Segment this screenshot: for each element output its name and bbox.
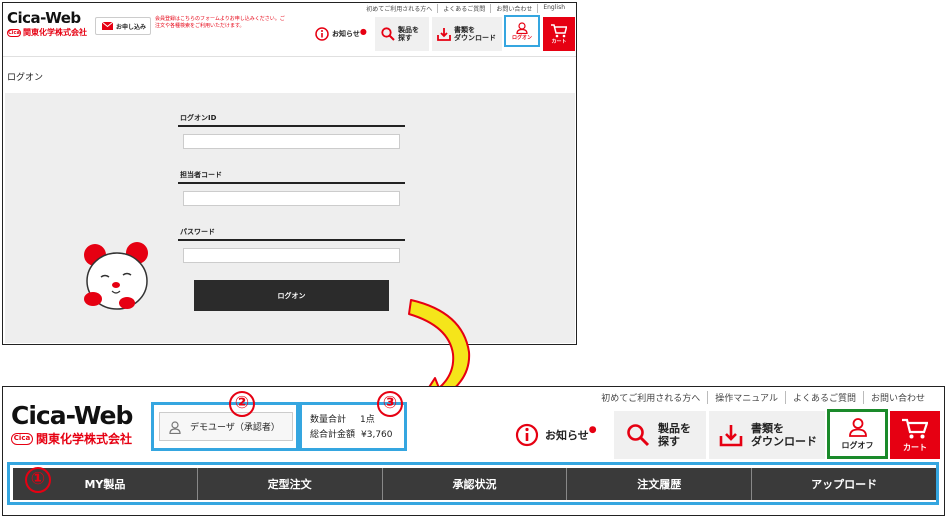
logon-id-label: ログオンID xyxy=(180,114,217,122)
cart-label: カート xyxy=(903,442,927,452)
apply-label: お申し込み xyxy=(116,23,147,31)
user-avatar-icon xyxy=(169,420,181,434)
cart-button[interactable]: カート xyxy=(890,411,940,459)
password-label: パスワード xyxy=(180,228,215,236)
search-icon xyxy=(627,424,650,447)
notices-label: お知らせ xyxy=(545,428,589,442)
user-name: デモユーザ（承認者） xyxy=(190,423,280,433)
util-link-english[interactable]: English xyxy=(537,4,570,13)
cart-icon xyxy=(902,418,928,438)
logon-id-divider xyxy=(178,125,405,127)
util-link-contact[interactable]: お問い合わせ xyxy=(490,4,537,13)
apply-button[interactable]: お申し込み xyxy=(95,17,151,35)
info-icon xyxy=(515,423,539,447)
docs-label-2: ダウンロード xyxy=(454,34,496,42)
docs-label-1: 書類を xyxy=(751,422,784,435)
notices-label: お知らせ xyxy=(332,30,360,38)
cica-web-logo[interactable]: Cica-Web Cica 関東化学株式会社 xyxy=(7,11,87,38)
logoff-label: ログオフ xyxy=(841,441,874,450)
docs-label-1: 書類を xyxy=(454,26,475,34)
cica-badge-icon: Cica xyxy=(11,432,33,445)
download-docs-button[interactable]: 書類を ダウンロード xyxy=(709,411,825,459)
company-name: 関東化学株式会社 xyxy=(36,432,133,446)
docs-label-2: ダウンロード xyxy=(751,435,817,448)
main-nav: MY製品 定型注文 承認状況 注文履歴 アップロード xyxy=(13,468,936,500)
signup-notice: 会員登録はこちらのフォームよりお申し込みください。ご注文や各種検索をご利用いただ… xyxy=(155,16,285,29)
user-icon xyxy=(848,418,867,437)
page-title: ログオン xyxy=(7,73,44,83)
logged-in-header-screenshot: 初めてご利用される方へ 操作マニュアル よくあるご質問 お問い合わせ Cica-… xyxy=(2,386,945,516)
qty-value: 1点 xyxy=(360,415,375,425)
cart-label: カート xyxy=(551,38,567,45)
download-icon xyxy=(719,425,743,447)
total-value: ¥3,760 xyxy=(361,430,393,440)
new-dot-icon: ● xyxy=(359,26,367,36)
search-label-2: 探す xyxy=(658,435,680,448)
logon-submit-button[interactable]: ログオン xyxy=(194,280,389,311)
download-icon xyxy=(437,28,451,41)
qty-label: 数量合計 xyxy=(310,415,347,425)
mascot-illustration xyxy=(84,242,148,310)
logon-id-input[interactable] xyxy=(183,134,400,149)
staff-code-divider xyxy=(178,182,405,184)
company-name: 関東化学株式会社 xyxy=(23,28,87,37)
password-input[interactable] xyxy=(183,248,400,263)
cica-badge-icon: Cica xyxy=(7,28,21,37)
annotation-marker-1: ① xyxy=(25,467,51,493)
cica-web-logo[interactable]: Cica-Web Cica 関東化学株式会社 xyxy=(11,401,133,447)
logon-header-button[interactable]: ログオン xyxy=(504,15,540,47)
info-icon xyxy=(315,27,329,41)
util-link-contact[interactable]: お問い合わせ xyxy=(862,391,932,404)
logon-header-label: ログオン xyxy=(511,34,532,41)
user-info-button[interactable]: デモユーザ（承認者） xyxy=(159,412,293,441)
password-divider xyxy=(178,239,405,241)
search-icon xyxy=(381,27,395,41)
cart-button[interactable]: カート xyxy=(543,17,575,51)
utility-links: 初めてご利用される方へ 操作マニュアル よくあるご質問 お問い合わせ xyxy=(594,391,932,404)
search-label-2: 探す xyxy=(398,34,412,42)
total-label: 総合計金額 xyxy=(310,430,356,440)
cart-icon xyxy=(551,23,567,37)
mail-icon xyxy=(102,22,113,30)
util-link-manual[interactable]: 操作マニュアル xyxy=(707,391,785,404)
nav-upload[interactable]: アップロード xyxy=(751,468,936,500)
search-label-1: 製品を xyxy=(658,422,691,435)
util-link-faq[interactable]: よくあるご質問 xyxy=(437,4,490,13)
staff-code-label: 担当者コード xyxy=(180,171,222,179)
nav-approval-status[interactable]: 承認状況 xyxy=(381,468,567,500)
utility-links: 初めてご利用される方へ よくあるご質問 お問い合わせ English xyxy=(361,4,570,13)
nav-standard-order[interactable]: 定型注文 xyxy=(196,468,382,500)
new-dot-icon: ● xyxy=(588,424,597,435)
header-divider xyxy=(3,56,576,57)
search-products-button[interactable]: 製品を 探す xyxy=(614,411,706,459)
logoff-button[interactable]: ログオフ xyxy=(827,409,888,459)
search-products-button[interactable]: 製品を 探す xyxy=(375,17,429,51)
main-nav-highlight: MY製品 定型注文 承認状況 注文履歴 アップロード xyxy=(7,462,939,505)
util-link-faq[interactable]: よくあるご質問 xyxy=(784,391,863,404)
user-icon xyxy=(516,21,528,34)
util-link-first-time[interactable]: 初めてご利用される方へ xyxy=(361,4,437,13)
notices-button[interactable]: お知らせ ● xyxy=(315,17,367,51)
logo-text: Cica-Web xyxy=(11,401,133,430)
staff-code-input[interactable] xyxy=(183,191,400,206)
logo-text: Cica-Web xyxy=(7,9,81,27)
search-label-1: 製品を xyxy=(398,26,419,34)
nav-order-history[interactable]: 注文履歴 xyxy=(566,468,751,500)
annotation-marker-3: ③ xyxy=(377,391,403,417)
notices-button[interactable]: お知らせ ● xyxy=(515,411,597,459)
download-docs-button[interactable]: 書類を ダウンロード xyxy=(432,17,502,51)
annotation-marker-2: ② xyxy=(229,391,255,417)
util-link-first-time[interactable]: 初めてご利用される方へ xyxy=(594,391,707,404)
user-info-highlight: デモユーザ（承認者） xyxy=(151,402,299,451)
